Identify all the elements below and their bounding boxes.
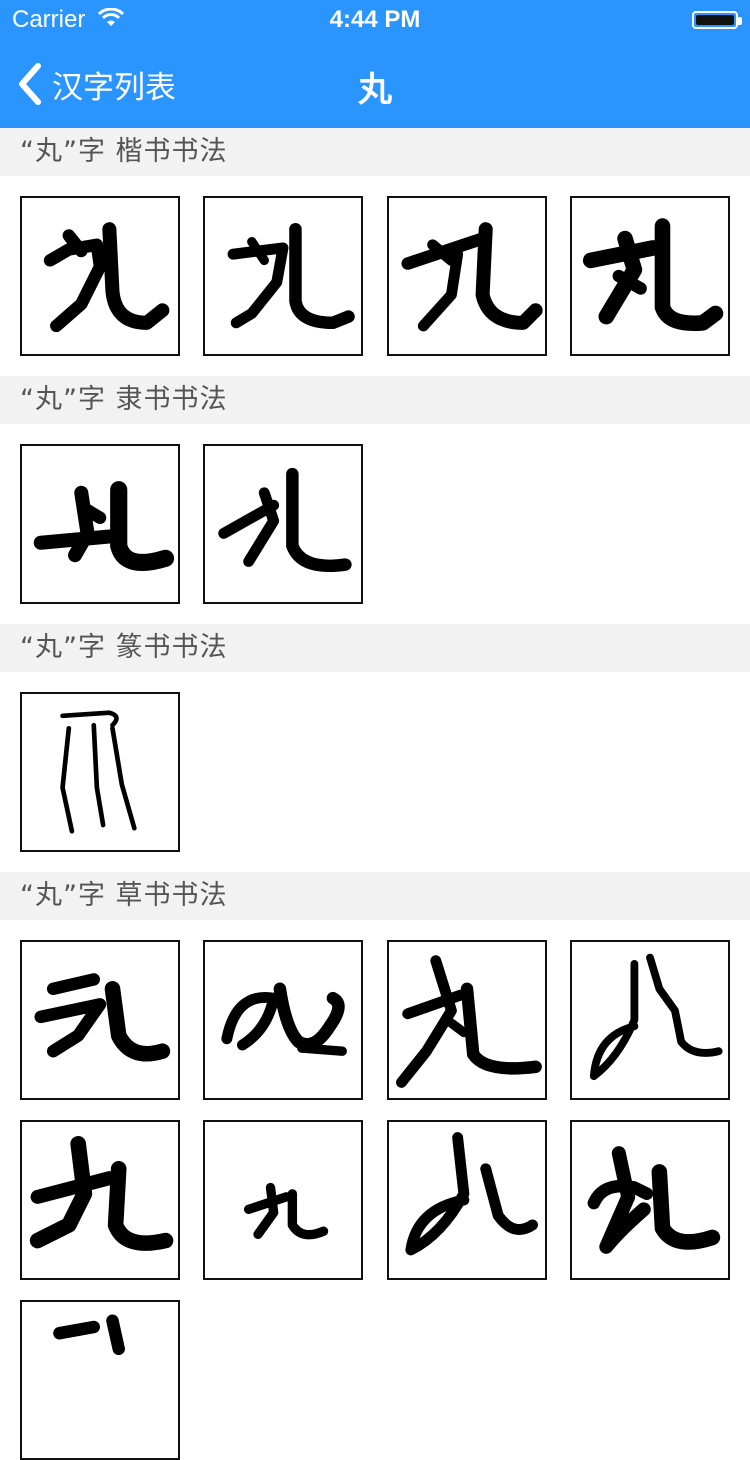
battery-icon [692, 11, 742, 29]
calligraphy-image[interactable] [203, 1120, 363, 1280]
calligraphy-image[interactable] [570, 196, 730, 356]
calligraphy-image[interactable] [387, 940, 547, 1100]
calligraphy-image[interactable] [570, 1120, 730, 1280]
calligraphy-image[interactable] [570, 940, 730, 1100]
calligraphy-image[interactable] [387, 1120, 547, 1280]
navigation-bar: Carrier 4:44 PM 汉字列表 丸 [0, 0, 750, 128]
section-header-kaishu: “丸”字 楷书书法 [0, 128, 750, 176]
section-header-caoshu: “丸”字 草书书法 [0, 872, 750, 920]
calligraphy-image[interactable] [20, 692, 180, 852]
calligraphy-image[interactable] [20, 940, 180, 1100]
calligraphy-image[interactable] [20, 1120, 180, 1280]
section-header-zhuanshu: “丸”字 篆书书法 [0, 624, 750, 672]
status-time: 4:44 PM [329, 6, 421, 33]
back-button-label: 汉字列表 [52, 69, 176, 106]
calligraphy-image[interactable] [20, 444, 180, 604]
back-button[interactable]: 汉字列表 [14, 58, 176, 110]
calligraphy-image[interactable] [203, 940, 363, 1100]
status-bar: Carrier 4:44 PM [0, 0, 750, 40]
calligraphy-image[interactable] [387, 196, 547, 356]
chevron-left-icon [19, 63, 41, 105]
calligraphy-image[interactable] [20, 1300, 180, 1460]
calligraphy-image[interactable] [20, 196, 180, 356]
section-header-lishu: “丸”字 隶书书法 [0, 376, 750, 424]
calligraphy-image[interactable] [203, 196, 363, 356]
calligraphy-image[interactable] [203, 444, 363, 604]
